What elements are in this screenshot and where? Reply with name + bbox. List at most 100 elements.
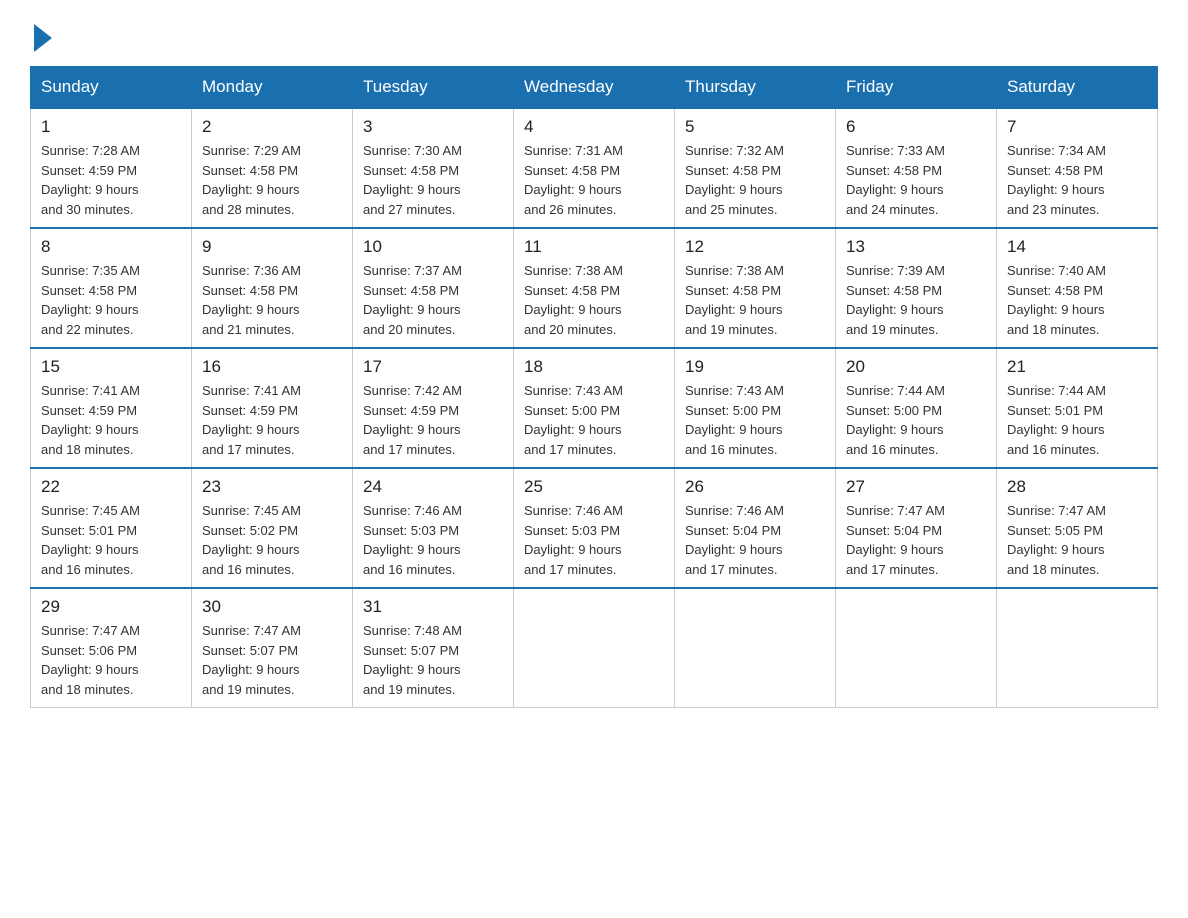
day-info: Sunrise: 7:44 AM Sunset: 5:01 PM Dayligh… xyxy=(1007,381,1147,459)
logo xyxy=(30,20,52,46)
calendar-cell: 24 Sunrise: 7:46 AM Sunset: 5:03 PM Dayl… xyxy=(353,468,514,588)
day-number: 3 xyxy=(363,117,503,137)
day-info: Sunrise: 7:40 AM Sunset: 4:58 PM Dayligh… xyxy=(1007,261,1147,339)
calendar-cell: 10 Sunrise: 7:37 AM Sunset: 4:58 PM Dayl… xyxy=(353,228,514,348)
day-number: 26 xyxy=(685,477,825,497)
calendar-cell: 19 Sunrise: 7:43 AM Sunset: 5:00 PM Dayl… xyxy=(675,348,836,468)
calendar-week-5: 29 Sunrise: 7:47 AM Sunset: 5:06 PM Dayl… xyxy=(31,588,1158,708)
day-info: Sunrise: 7:45 AM Sunset: 5:01 PM Dayligh… xyxy=(41,501,181,579)
day-info: Sunrise: 7:31 AM Sunset: 4:58 PM Dayligh… xyxy=(524,141,664,219)
day-info: Sunrise: 7:45 AM Sunset: 5:02 PM Dayligh… xyxy=(202,501,342,579)
calendar-cell: 28 Sunrise: 7:47 AM Sunset: 5:05 PM Dayl… xyxy=(997,468,1158,588)
day-info: Sunrise: 7:47 AM Sunset: 5:07 PM Dayligh… xyxy=(202,621,342,699)
day-info: Sunrise: 7:38 AM Sunset: 4:58 PM Dayligh… xyxy=(685,261,825,339)
calendar-cell: 12 Sunrise: 7:38 AM Sunset: 4:58 PM Dayl… xyxy=(675,228,836,348)
calendar-cell xyxy=(514,588,675,708)
calendar-cell: 13 Sunrise: 7:39 AM Sunset: 4:58 PM Dayl… xyxy=(836,228,997,348)
calendar-header-sunday: Sunday xyxy=(31,67,192,109)
day-number: 23 xyxy=(202,477,342,497)
day-number: 2 xyxy=(202,117,342,137)
day-info: Sunrise: 7:32 AM Sunset: 4:58 PM Dayligh… xyxy=(685,141,825,219)
calendar-header-tuesday: Tuesday xyxy=(353,67,514,109)
calendar-cell: 2 Sunrise: 7:29 AM Sunset: 4:58 PM Dayli… xyxy=(192,108,353,228)
day-number: 29 xyxy=(41,597,181,617)
calendar-cell: 9 Sunrise: 7:36 AM Sunset: 4:58 PM Dayli… xyxy=(192,228,353,348)
calendar-cell: 23 Sunrise: 7:45 AM Sunset: 5:02 PM Dayl… xyxy=(192,468,353,588)
day-info: Sunrise: 7:48 AM Sunset: 5:07 PM Dayligh… xyxy=(363,621,503,699)
day-info: Sunrise: 7:47 AM Sunset: 5:05 PM Dayligh… xyxy=(1007,501,1147,579)
day-number: 31 xyxy=(363,597,503,617)
calendar-cell: 6 Sunrise: 7:33 AM Sunset: 4:58 PM Dayli… xyxy=(836,108,997,228)
calendar-cell: 17 Sunrise: 7:42 AM Sunset: 4:59 PM Dayl… xyxy=(353,348,514,468)
day-info: Sunrise: 7:33 AM Sunset: 4:58 PM Dayligh… xyxy=(846,141,986,219)
calendar-cell: 31 Sunrise: 7:48 AM Sunset: 5:07 PM Dayl… xyxy=(353,588,514,708)
calendar-cell: 8 Sunrise: 7:35 AM Sunset: 4:58 PM Dayli… xyxy=(31,228,192,348)
calendar-cell xyxy=(997,588,1158,708)
day-number: 25 xyxy=(524,477,664,497)
day-number: 30 xyxy=(202,597,342,617)
day-number: 8 xyxy=(41,237,181,257)
calendar-cell: 22 Sunrise: 7:45 AM Sunset: 5:01 PM Dayl… xyxy=(31,468,192,588)
day-number: 24 xyxy=(363,477,503,497)
day-number: 18 xyxy=(524,357,664,377)
calendar-cell xyxy=(836,588,997,708)
day-number: 11 xyxy=(524,237,664,257)
day-info: Sunrise: 7:43 AM Sunset: 5:00 PM Dayligh… xyxy=(524,381,664,459)
day-number: 4 xyxy=(524,117,664,137)
day-info: Sunrise: 7:35 AM Sunset: 4:58 PM Dayligh… xyxy=(41,261,181,339)
day-number: 7 xyxy=(1007,117,1147,137)
page-header xyxy=(30,20,1158,46)
calendar-week-4: 22 Sunrise: 7:45 AM Sunset: 5:01 PM Dayl… xyxy=(31,468,1158,588)
calendar-header-row: SundayMondayTuesdayWednesdayThursdayFrid… xyxy=(31,67,1158,109)
day-number: 6 xyxy=(846,117,986,137)
calendar-header-friday: Friday xyxy=(836,67,997,109)
day-number: 28 xyxy=(1007,477,1147,497)
day-info: Sunrise: 7:30 AM Sunset: 4:58 PM Dayligh… xyxy=(363,141,503,219)
calendar-cell: 11 Sunrise: 7:38 AM Sunset: 4:58 PM Dayl… xyxy=(514,228,675,348)
day-info: Sunrise: 7:42 AM Sunset: 4:59 PM Dayligh… xyxy=(363,381,503,459)
day-info: Sunrise: 7:34 AM Sunset: 4:58 PM Dayligh… xyxy=(1007,141,1147,219)
day-info: Sunrise: 7:38 AM Sunset: 4:58 PM Dayligh… xyxy=(524,261,664,339)
day-info: Sunrise: 7:41 AM Sunset: 4:59 PM Dayligh… xyxy=(41,381,181,459)
day-number: 21 xyxy=(1007,357,1147,377)
calendar-header-saturday: Saturday xyxy=(997,67,1158,109)
calendar-header-thursday: Thursday xyxy=(675,67,836,109)
day-info: Sunrise: 7:47 AM Sunset: 5:04 PM Dayligh… xyxy=(846,501,986,579)
day-number: 13 xyxy=(846,237,986,257)
day-info: Sunrise: 7:46 AM Sunset: 5:04 PM Dayligh… xyxy=(685,501,825,579)
calendar-week-2: 8 Sunrise: 7:35 AM Sunset: 4:58 PM Dayli… xyxy=(31,228,1158,348)
day-info: Sunrise: 7:36 AM Sunset: 4:58 PM Dayligh… xyxy=(202,261,342,339)
calendar-cell: 25 Sunrise: 7:46 AM Sunset: 5:03 PM Dayl… xyxy=(514,468,675,588)
calendar-cell: 21 Sunrise: 7:44 AM Sunset: 5:01 PM Dayl… xyxy=(997,348,1158,468)
logo-arrow-icon xyxy=(34,24,52,52)
day-number: 12 xyxy=(685,237,825,257)
day-number: 27 xyxy=(846,477,986,497)
day-info: Sunrise: 7:47 AM Sunset: 5:06 PM Dayligh… xyxy=(41,621,181,699)
calendar-cell: 18 Sunrise: 7:43 AM Sunset: 5:00 PM Dayl… xyxy=(514,348,675,468)
calendar-cell: 26 Sunrise: 7:46 AM Sunset: 5:04 PM Dayl… xyxy=(675,468,836,588)
day-number: 9 xyxy=(202,237,342,257)
day-info: Sunrise: 7:39 AM Sunset: 4:58 PM Dayligh… xyxy=(846,261,986,339)
calendar-week-3: 15 Sunrise: 7:41 AM Sunset: 4:59 PM Dayl… xyxy=(31,348,1158,468)
calendar-header-monday: Monday xyxy=(192,67,353,109)
calendar-cell: 29 Sunrise: 7:47 AM Sunset: 5:06 PM Dayl… xyxy=(31,588,192,708)
calendar-cell: 15 Sunrise: 7:41 AM Sunset: 4:59 PM Dayl… xyxy=(31,348,192,468)
day-info: Sunrise: 7:41 AM Sunset: 4:59 PM Dayligh… xyxy=(202,381,342,459)
calendar-header-wednesday: Wednesday xyxy=(514,67,675,109)
day-info: Sunrise: 7:37 AM Sunset: 4:58 PM Dayligh… xyxy=(363,261,503,339)
calendar-week-1: 1 Sunrise: 7:28 AM Sunset: 4:59 PM Dayli… xyxy=(31,108,1158,228)
day-info: Sunrise: 7:43 AM Sunset: 5:00 PM Dayligh… xyxy=(685,381,825,459)
calendar-cell: 5 Sunrise: 7:32 AM Sunset: 4:58 PM Dayli… xyxy=(675,108,836,228)
day-number: 17 xyxy=(363,357,503,377)
day-info: Sunrise: 7:44 AM Sunset: 5:00 PM Dayligh… xyxy=(846,381,986,459)
day-number: 15 xyxy=(41,357,181,377)
calendar-cell: 7 Sunrise: 7:34 AM Sunset: 4:58 PM Dayli… xyxy=(997,108,1158,228)
day-number: 14 xyxy=(1007,237,1147,257)
day-number: 10 xyxy=(363,237,503,257)
calendar-cell: 3 Sunrise: 7:30 AM Sunset: 4:58 PM Dayli… xyxy=(353,108,514,228)
calendar-cell xyxy=(675,588,836,708)
day-number: 1 xyxy=(41,117,181,137)
day-number: 19 xyxy=(685,357,825,377)
day-number: 20 xyxy=(846,357,986,377)
calendar-cell: 27 Sunrise: 7:47 AM Sunset: 5:04 PM Dayl… xyxy=(836,468,997,588)
